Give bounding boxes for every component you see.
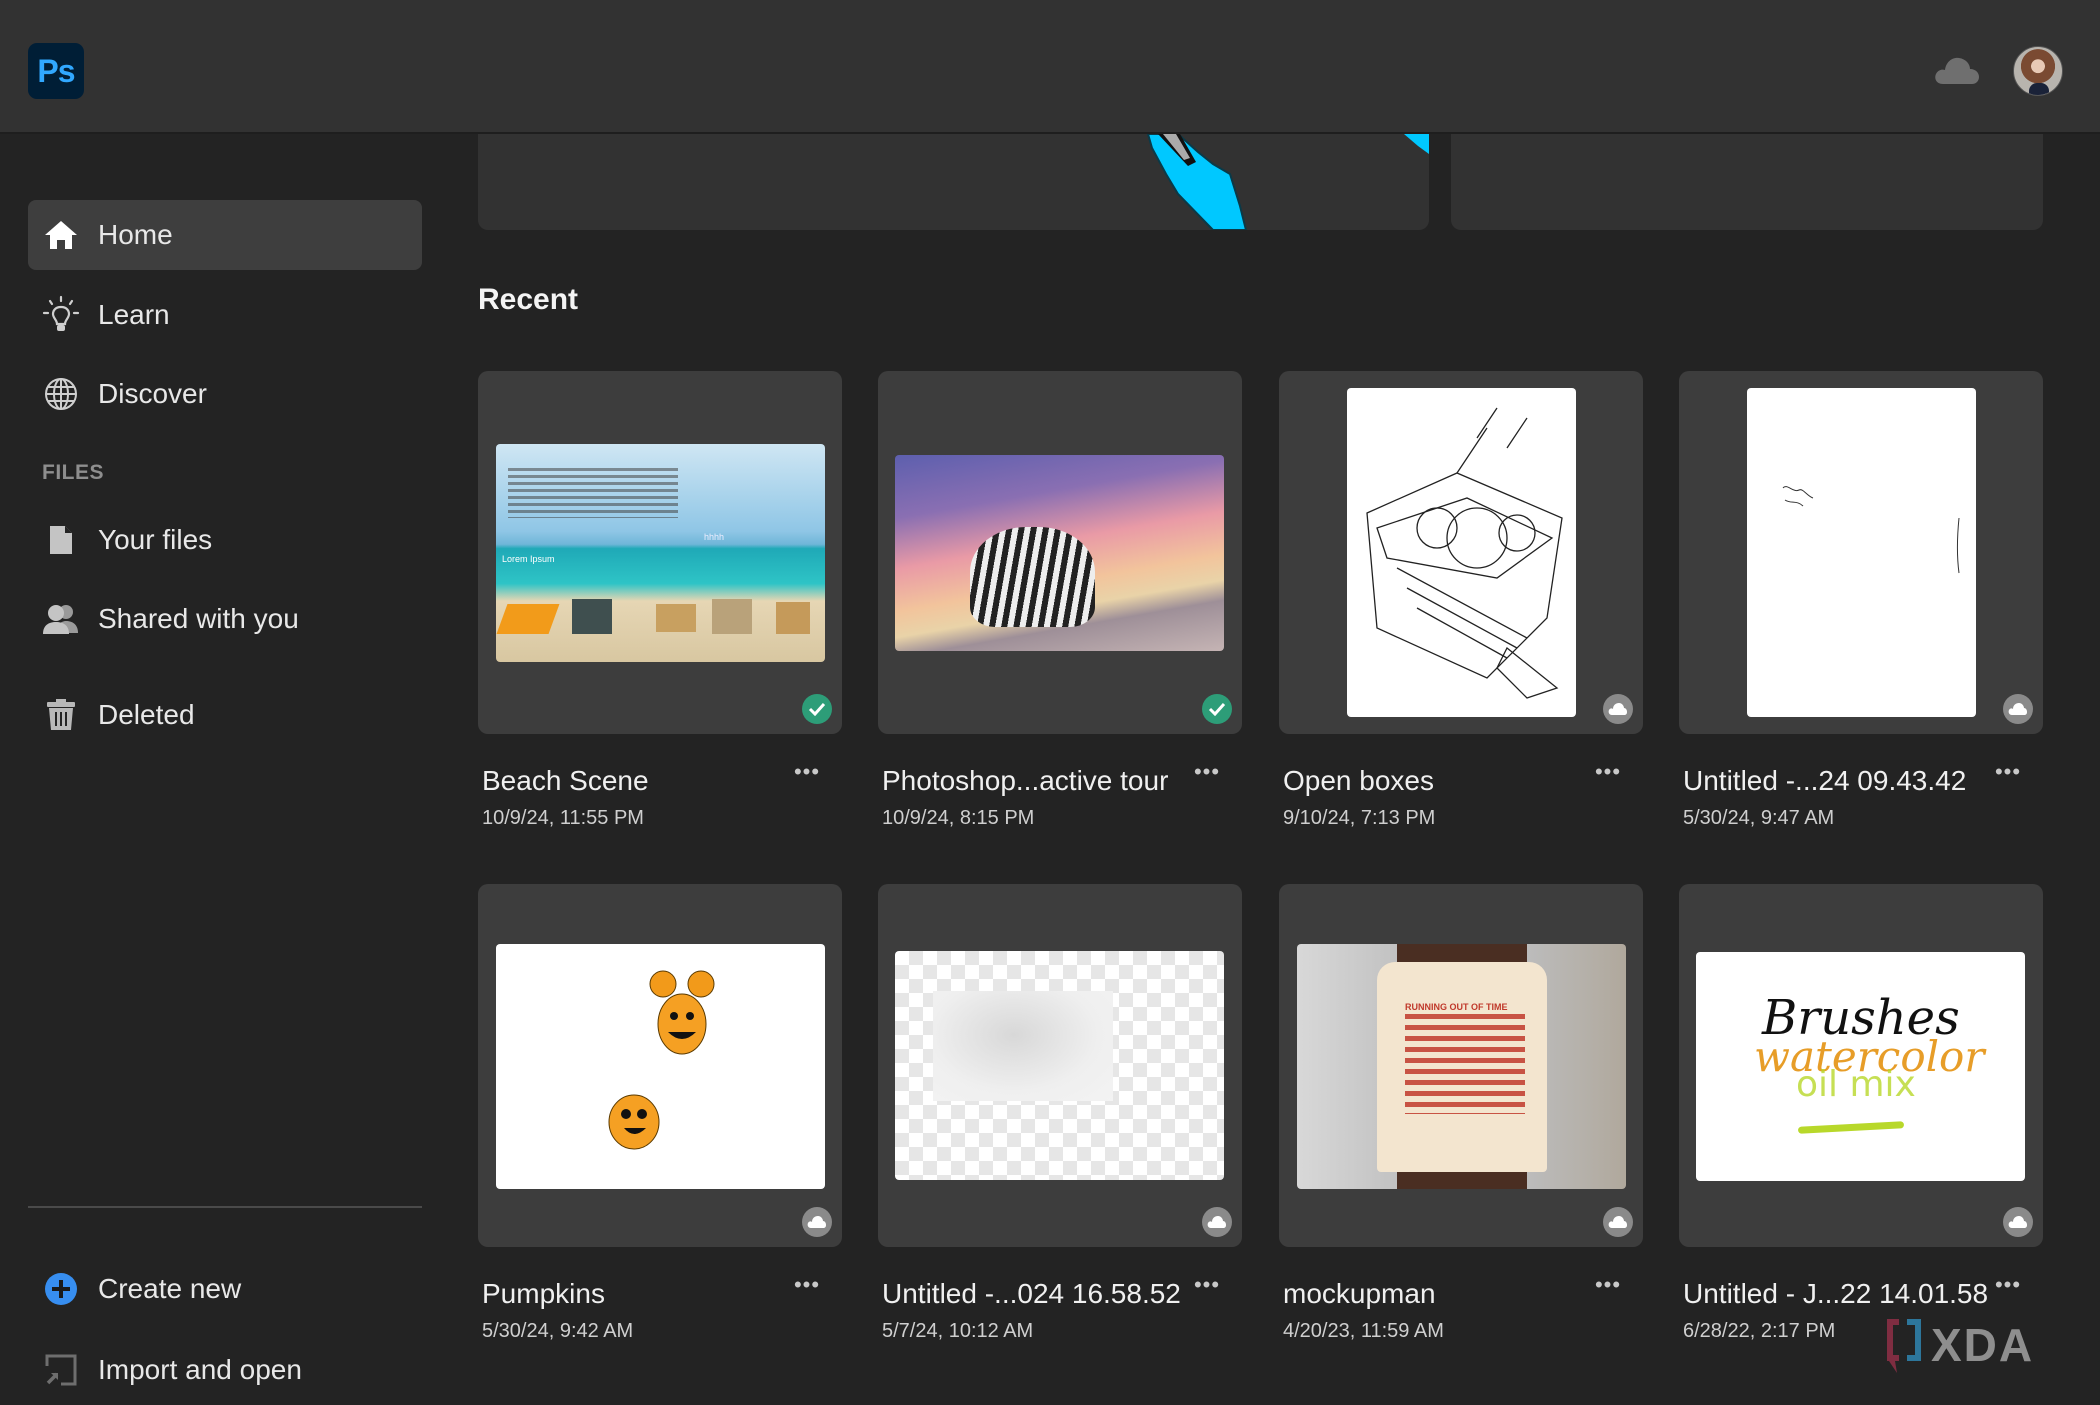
- import-icon: [41, 1350, 81, 1390]
- more-options-button[interactable]: •••: [792, 1274, 822, 1298]
- sidebar-item-learn[interactable]: Learn: [28, 280, 422, 350]
- sidebar-item-label: Deleted: [98, 699, 195, 730]
- sidebar-item-label: Discover: [98, 378, 207, 409]
- file-title[interactable]: Open boxes: [1283, 765, 1434, 797]
- sidebar-item-label: Shared with you: [98, 603, 299, 634]
- xda-bracket-icon: [1887, 1319, 1921, 1373]
- sidebar-divider: [28, 1206, 422, 1208]
- pumpkins-thumbnail-image: [496, 944, 825, 1189]
- promo-banner-2[interactable]: [1451, 134, 2043, 230]
- file-title[interactable]: Beach Scene: [482, 765, 649, 797]
- cloud-sync-icon[interactable]: [1933, 52, 1981, 86]
- file-title[interactable]: Photoshop...active tour: [882, 765, 1168, 797]
- sidebar-item-discover[interactable]: Discover: [28, 359, 422, 429]
- sidebar-item-home[interactable]: Home: [28, 200, 422, 270]
- sidebar: Home Learn Discover FILES Your files Sha…: [0, 136, 450, 1400]
- file-thumbnail[interactable]: Lorem Ipsum hhhh: [478, 371, 842, 734]
- files-section-label: FILES: [42, 461, 105, 484]
- zebra-elephant-thumbnail-image: [895, 455, 1224, 651]
- cloud-stored-icon: [1202, 1207, 1232, 1237]
- user-avatar[interactable]: [2013, 46, 2063, 96]
- file-title[interactable]: Untitled -...024 16.58.52: [882, 1278, 1181, 1310]
- app-header: Ps: [0, 0, 2100, 134]
- lightbulb-icon: [41, 295, 81, 335]
- file-thumbnail[interactable]: [1679, 371, 2043, 734]
- cloud-stored-icon: [1603, 694, 1633, 724]
- file-date: 5/30/24, 9:47 AM: [1683, 807, 1835, 829]
- promo-banner-1[interactable]: [478, 134, 1429, 230]
- more-options-button[interactable]: •••: [1192, 1274, 1222, 1298]
- file-thumbnail[interactable]: [1279, 371, 1643, 734]
- synced-check-icon: [802, 694, 832, 724]
- more-options-button[interactable]: •••: [1192, 761, 1222, 785]
- beach-thumbnail-image: Lorem Ipsum hhhh: [496, 444, 825, 662]
- file-date: 6/28/22, 2:17 PM: [1683, 1320, 1836, 1342]
- more-options-button[interactable]: •••: [1993, 1274, 2023, 1298]
- more-options-button[interactable]: •••: [1593, 1274, 1623, 1298]
- sidebar-item-shared-with-you[interactable]: Shared with you: [28, 584, 422, 654]
- file-date: 4/20/23, 11:59 AM: [1283, 1320, 1444, 1342]
- blank-sketch-thumbnail-image: [1747, 388, 1976, 717]
- file-thumbnail[interactable]: Brushes watercolor oil mix: [1679, 884, 2043, 1247]
- hand-illustration: [1146, 134, 1429, 230]
- trash-icon: [41, 695, 81, 735]
- cloud-stored-icon: [1603, 1207, 1633, 1237]
- import-and-open-label: Import and open: [98, 1354, 302, 1385]
- sidebar-item-label: Your files: [98, 524, 213, 555]
- cloud-stored-icon: [802, 1207, 832, 1237]
- cloud-stored-icon: [2003, 1207, 2033, 1237]
- plus-circle-icon: [41, 1269, 81, 1309]
- file-title[interactable]: mockupman: [1283, 1278, 1436, 1310]
- people-icon: [41, 599, 81, 639]
- file-title[interactable]: Pumpkins: [482, 1278, 605, 1310]
- more-options-button[interactable]: •••: [792, 761, 822, 785]
- tshirt-mockup-thumbnail-image: RUNNING OUT OF TIME: [1297, 944, 1626, 1189]
- transparent-thumbnail-image: [895, 951, 1224, 1180]
- file-date: 10/9/24, 8:15 PM: [882, 807, 1035, 829]
- synced-check-icon: [1202, 694, 1232, 724]
- xda-watermark: XDA: [1885, 1315, 2034, 1375]
- file-thumbnail[interactable]: RUNNING OUT OF TIME: [1279, 884, 1643, 1247]
- home-icon: [41, 215, 81, 255]
- more-options-button[interactable]: •••: [1993, 761, 2023, 785]
- file-date: 10/9/24, 11:55 PM: [482, 807, 644, 829]
- file-date: 5/30/24, 9:42 AM: [482, 1320, 634, 1342]
- sidebar-item-your-files[interactable]: Your files: [28, 505, 422, 575]
- file-date: 9/10/24, 7:13 PM: [1283, 807, 1436, 829]
- globe-icon: [41, 374, 81, 414]
- file-title[interactable]: Untitled -...24 09.43.42: [1683, 765, 1966, 797]
- sidebar-item-label: Home: [98, 219, 173, 250]
- create-new-button[interactable]: Create new: [28, 1254, 422, 1324]
- sidebar-item-label: Learn: [98, 299, 170, 330]
- more-options-button[interactable]: •••: [1593, 761, 1623, 785]
- import-and-open-button[interactable]: Import and open: [28, 1335, 422, 1405]
- cloud-stored-icon: [2003, 694, 2033, 724]
- file-icon: [41, 520, 81, 560]
- create-new-label: Create new: [98, 1273, 242, 1304]
- file-title[interactable]: Untitled - J...22 14.01.58: [1683, 1278, 1988, 1310]
- brushes-thumbnail-image: Brushes watercolor oil mix: [1696, 952, 2025, 1181]
- sketch-box-thumbnail-image: [1347, 388, 1576, 717]
- file-thumbnail[interactable]: [478, 884, 842, 1247]
- sidebar-item-deleted[interactable]: Deleted: [28, 680, 422, 750]
- file-date: 5/7/24, 10:12 AM: [882, 1320, 1034, 1342]
- recent-heading: Recent: [478, 283, 579, 316]
- file-thumbnail[interactable]: [878, 371, 1242, 734]
- photoshop-logo[interactable]: Ps: [28, 43, 84, 99]
- file-thumbnail[interactable]: [878, 884, 1242, 1247]
